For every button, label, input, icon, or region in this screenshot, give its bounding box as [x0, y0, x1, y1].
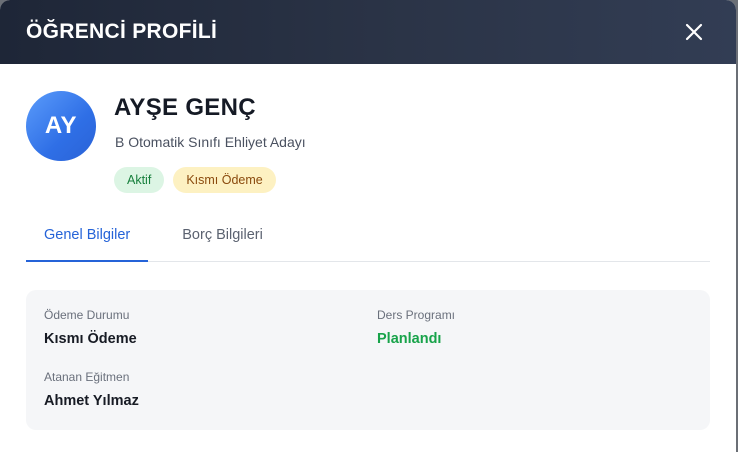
lesson-program-field: Ders Programı Planlandı: [377, 308, 455, 347]
payment-status-field: Ödeme Durumu Kısmı Ödeme: [44, 308, 137, 347]
payment-status-label: Ödeme Durumu: [44, 308, 130, 322]
profile-section: AY AYŞE GENÇ B Otomatik Sınıfı Ehliyet A…: [0, 64, 736, 204]
modal-header: ÖĞRENCİ PROFİLİ: [0, 0, 736, 64]
instructor-label: Atanan Eğitmen: [44, 370, 130, 384]
lesson-program-value: Planlandı: [377, 331, 442, 347]
instructor-field: Atanan Eğitmen Ahmet Yılmaz: [44, 370, 139, 409]
student-profile-modal: ÖĞRENCİ PROFİLİ AY AYŞE GENÇ B Otomatik …: [0, 0, 736, 452]
close-icon: [685, 23, 703, 41]
lesson-program-label: Ders Programı: [377, 308, 456, 322]
modal-title: ÖĞRENCİ PROFİLİ: [26, 20, 218, 43]
close-button[interactable]: [682, 20, 706, 44]
avatar: AY: [26, 91, 96, 161]
payment-status-value: Kısmı Ödeme: [44, 331, 137, 347]
tab-bar: Genel Bilgiler Borç Bilgileri: [26, 204, 710, 262]
status-badge-active: Aktif: [114, 167, 165, 193]
general-info-card: Ödeme Durumu Kısmı Ödeme Ders Programı P…: [26, 290, 710, 430]
instructor-value: Ahmet Yılmaz: [44, 393, 139, 409]
tab-general-info[interactable]: Genel Bilgiler: [26, 205, 149, 262]
student-name: AYŞE GENÇ: [114, 94, 256, 121]
status-badges: Aktif Kısmı Ödeme: [114, 167, 276, 193]
student-subtitle: B Otomatik Sınıfı Ehliyet Adayı: [115, 134, 306, 150]
tab-debt-info[interactable]: Borç Bilgileri: [164, 205, 281, 261]
status-badge-payment: Kısmı Ödeme: [173, 167, 276, 193]
